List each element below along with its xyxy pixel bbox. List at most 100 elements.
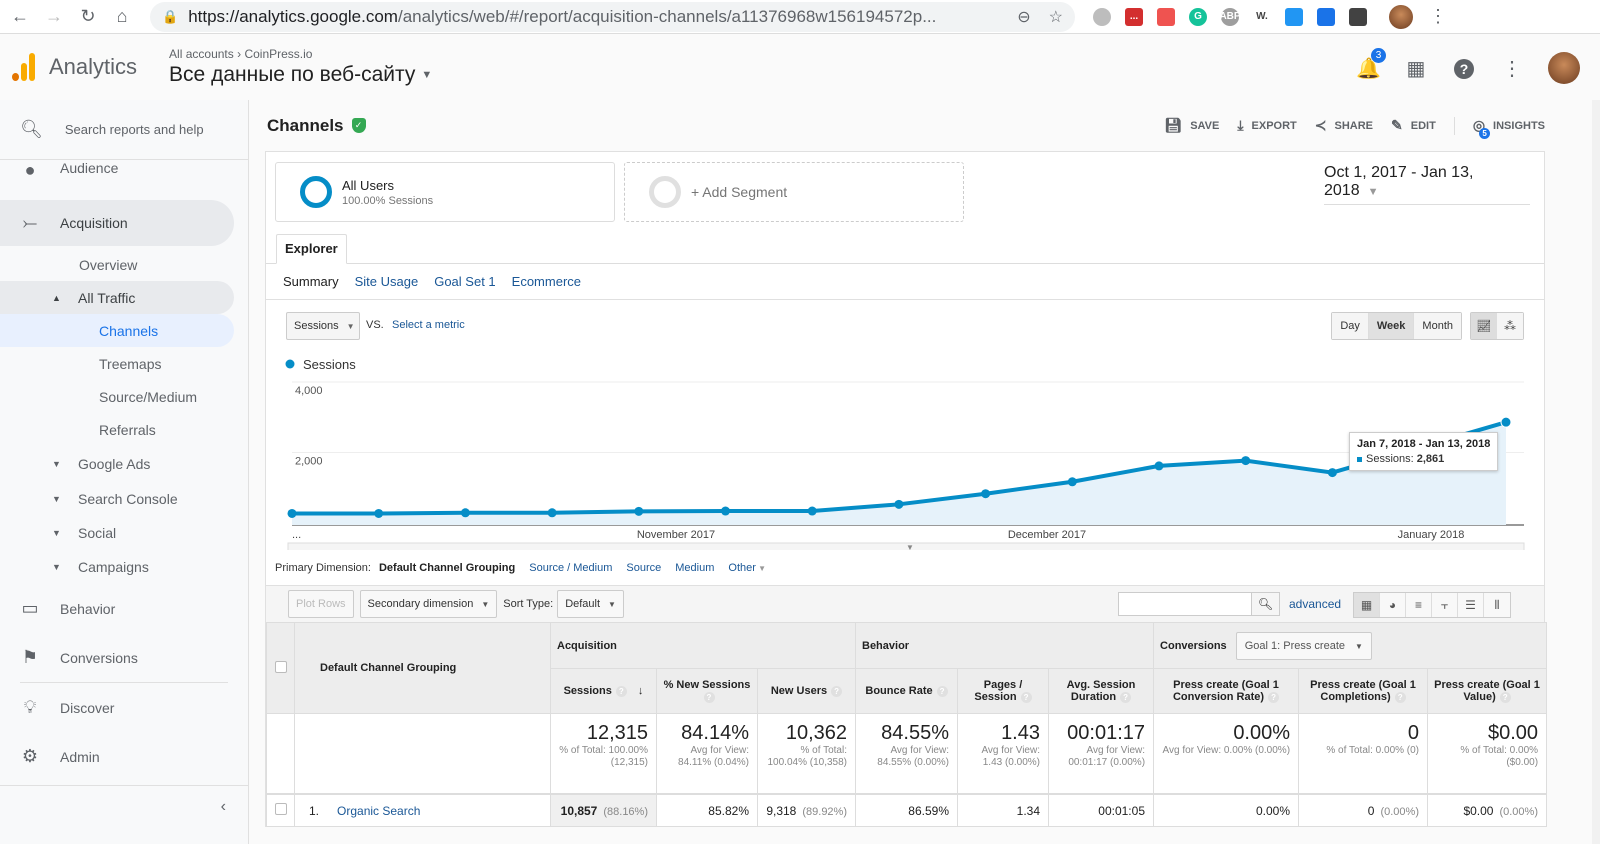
save-button[interactable]: 💾︎ SAVE	[1164, 117, 1219, 134]
ext-grammarly-icon[interactable]: G	[1189, 7, 1207, 26]
export-button[interactable]: ⤓ EXPORT	[1237, 117, 1296, 134]
sidebar-item-admin[interactable]: ⚙ Admin	[0, 732, 248, 781]
ext-lastpass-icon[interactable]: ...	[1125, 7, 1143, 26]
browser-menu-icon[interactable]: ⋮	[1429, 6, 1447, 27]
page-scrollbar[interactable]	[1592, 100, 1600, 844]
motion-chart-icon[interactable]: ⁂	[1497, 313, 1523, 339]
goal-select-dropdown[interactable]: Goal 1: Press create ▼	[1235, 631, 1372, 660]
forward-button[interactable]: →	[40, 3, 68, 31]
metric-dropdown[interactable]: Sessions ▼	[286, 312, 360, 340]
column-header[interactable]: Avg. Session Duration?	[1047, 668, 1155, 714]
notifications-bell-icon[interactable]: 🔔 3	[1356, 47, 1386, 81]
ext-abp-icon[interactable]: ABP	[1219, 7, 1241, 26]
more-vert-icon[interactable]: ⋮	[1500, 56, 1524, 81]
select-all-checkbox[interactable]	[274, 660, 287, 673]
sidebar-item-overview[interactable]: Overview	[0, 248, 234, 281]
sort-type-dropdown[interactable]: Default ▼	[557, 590, 624, 618]
edit-button[interactable]: ✎ EDIT	[1391, 117, 1436, 134]
sidebar-item-campaigns[interactable]: ▼ Campaigns	[0, 550, 234, 584]
dimension-column-header[interactable]: Default Channel Grouping	[294, 622, 551, 714]
help-icon[interactable]: ?	[936, 686, 948, 697]
dimension-other[interactable]: Other ▼	[728, 562, 766, 574]
subtab-goal-set-1[interactable]: Goal Set 1	[434, 274, 495, 289]
sidebar-item-search-console[interactable]: ▼ Search Console	[0, 481, 234, 516]
reload-button[interactable]: ↻	[74, 3, 102, 31]
sort-arrow-icon[interactable]: ↓	[635, 685, 644, 697]
date-range-picker[interactable]: Oct 1, 2017 - Jan 13, 2018 ▼	[1324, 164, 1530, 205]
column-header[interactable]: Sessions? ↓	[550, 668, 657, 714]
ext-tag-icon[interactable]	[1317, 7, 1335, 26]
sidebar-item-referrals[interactable]: Referrals	[0, 413, 234, 446]
apps-grid-icon[interactable]: ▦	[1404, 56, 1428, 81]
help-icon[interactable]: ?	[1020, 692, 1032, 703]
account-selector[interactable]: All accounts › CoinPress.io Все данные п…	[169, 47, 432, 87]
select-metric-link[interactable]: Select a metric	[392, 319, 465, 331]
sidebar-item-all-traffic[interactable]: ▲ All Traffic	[0, 281, 234, 314]
help-icon[interactable]: ?	[831, 686, 843, 697]
pivot-icon[interactable]: ⦀	[1484, 593, 1510, 617]
sidebar-item-audience[interactable]: ● Audience	[0, 160, 248, 190]
column-header[interactable]: Press create (Goal 1 Value)?	[1427, 668, 1548, 714]
help-icon[interactable]: ?	[1452, 57, 1476, 80]
period-day-button[interactable]: Day	[1332, 313, 1369, 339]
dimension-source[interactable]: Source	[626, 562, 661, 574]
help-icon[interactable]: ?	[1394, 692, 1406, 703]
bookmark-star-icon[interactable]: ☆	[1049, 7, 1063, 27]
sidebar-item-channels[interactable]: Channels	[0, 314, 234, 347]
address-bar[interactable]: 🔒 https://analytics.google.com/analytics…	[150, 1, 1075, 32]
help-icon[interactable]: ?	[1268, 692, 1280, 703]
row-channel-link[interactable]: Organic Search	[337, 804, 420, 818]
sidebar-item-treemaps[interactable]: Treemaps	[0, 347, 234, 380]
column-header[interactable]: Press create (Goal 1 Completions)?	[1298, 668, 1429, 714]
sidebar-item-acquisition[interactable]: ⤚ Acquisition	[0, 200, 234, 246]
ext-bulb-icon[interactable]	[1349, 7, 1367, 26]
column-header[interactable]: Press create (Goal 1 Conversion Rate)?	[1153, 668, 1300, 714]
period-month-button[interactable]: Month	[1414, 313, 1461, 339]
view-name[interactable]: Все данные по веб-сайту ▼	[169, 63, 432, 87]
period-week-button[interactable]: Week	[1368, 313, 1415, 339]
sidebar-item-conversions[interactable]: ⚑ Conversions	[0, 633, 248, 682]
ext-pocket-icon[interactable]	[1157, 7, 1175, 26]
column-header[interactable]: Pages / Session?	[957, 668, 1049, 714]
sidebar-search[interactable]: 🔍︎ Search reports and help	[0, 100, 248, 160]
user-avatar[interactable]	[1548, 52, 1580, 84]
dimension-medium[interactable]: Medium	[675, 562, 714, 574]
help-icon[interactable]: ?	[615, 686, 627, 697]
ext-w-icon[interactable]: W.	[1253, 7, 1271, 26]
back-button[interactable]: ←	[6, 3, 34, 31]
subtab-summary[interactable]: Summary	[283, 274, 339, 289]
help-icon[interactable]: ?	[1499, 692, 1511, 703]
data-table-icon[interactable]: ▦	[1354, 593, 1380, 617]
sidebar-item-behavior[interactable]: ▭ Behavior	[0, 584, 248, 633]
advanced-filter-link[interactable]: advanced	[1289, 597, 1341, 611]
tab-explorer[interactable]: Explorer	[276, 234, 347, 264]
comparison-icon[interactable]: ⫟	[1432, 593, 1458, 617]
secondary-dimension-dropdown[interactable]: Secondary dimension ▼	[359, 590, 498, 618]
segment-all-users[interactable]: All Users 100.00% Sessions	[275, 162, 615, 222]
plot-rows-button[interactable]: Plot Rows	[288, 590, 354, 618]
column-header[interactable]: New Users?	[757, 668, 856, 714]
home-button[interactable]: ⌂	[108, 3, 136, 31]
line-chart-icon[interactable]: 📈︎	[1471, 313, 1497, 339]
pie-chart-icon[interactable]: ◕	[1380, 593, 1406, 617]
browser-profile-avatar[interactable]	[1389, 4, 1413, 29]
performance-icon[interactable]: ≡	[1406, 593, 1432, 617]
column-header[interactable]: Bounce Rate?	[855, 668, 958, 714]
sidebar-item-source-medium[interactable]: Source/Medium	[0, 380, 234, 413]
subtab-ecommerce[interactable]: Ecommerce	[512, 274, 581, 289]
help-icon[interactable]: ?	[1120, 692, 1132, 703]
subtab-site-usage[interactable]: Site Usage	[355, 274, 419, 289]
search-icon[interactable]: 🔍︎	[1252, 592, 1280, 616]
sidebar-item-discover[interactable]: 💡︎ Discover	[0, 683, 248, 732]
row-checkbox[interactable]	[275, 803, 287, 815]
ext-blue-icon[interactable]	[1285, 7, 1303, 26]
zoom-icon[interactable]: ⊖	[1017, 7, 1030, 27]
help-icon[interactable]: ?	[703, 692, 715, 703]
insights-button[interactable]: ◎ 5 INSIGHTS	[1473, 117, 1545, 139]
column-header[interactable]: % New Sessions?	[656, 668, 758, 714]
add-segment-button[interactable]: + Add Segment	[624, 162, 964, 222]
ext-gray-icon[interactable]	[1093, 7, 1111, 26]
dimension-source-medium[interactable]: Source / Medium	[529, 562, 612, 574]
collapse-sidebar-icon[interactable]: ‹	[221, 798, 226, 816]
sidebar-item-google-ads[interactable]: ▼ Google Ads	[0, 446, 234, 481]
